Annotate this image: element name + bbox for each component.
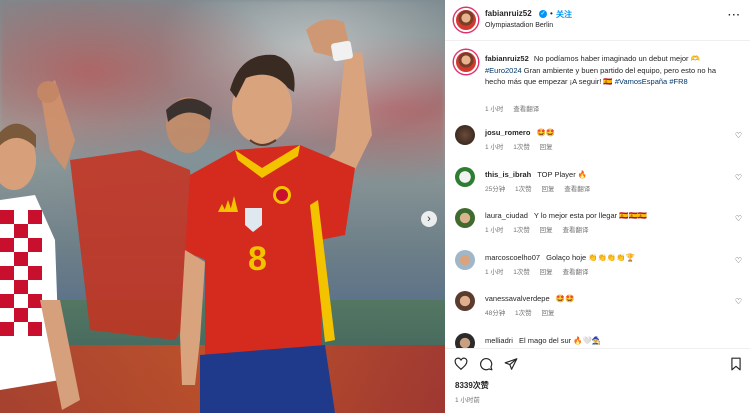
- separator-dot: •: [550, 9, 553, 18]
- comment-time: 25分钟: [485, 186, 506, 193]
- comment-likes[interactable]: 1次赞: [513, 144, 530, 151]
- caption-meta: 1 小时 查看翻译: [485, 103, 547, 113]
- caption-avatar[interactable]: [454, 50, 478, 74]
- comment-item: marcoscoelho07 Golaço hoje 👏👏👏👏🏆 1 小时 1次…: [445, 250, 750, 290]
- comment-heart-icon[interactable]: ♡: [735, 173, 742, 182]
- comment-text: Y lo mejor esta por llegar 🇪🇸🇪🇸🇪🇸: [533, 211, 648, 220]
- post-side-panel: fabianruiz52 ✓ • 关注 Olympiastadion Berli…: [445, 0, 750, 413]
- comment-reply-button[interactable]: 回复: [540, 269, 553, 276]
- follow-button[interactable]: 关注: [556, 9, 572, 20]
- svg-text:8: 8: [248, 240, 267, 278]
- comment-reply-button[interactable]: 回复: [540, 227, 553, 234]
- comment-icon[interactable]: [479, 357, 493, 371]
- comment-reply-button[interactable]: 回复: [541, 186, 554, 193]
- players-illustration: 8: [0, 19, 372, 413]
- comment-heart-icon[interactable]: ♡: [735, 131, 742, 140]
- comment-item: laura_ciudad Y lo mejor esta por llegar …: [445, 208, 750, 248]
- comment-translate-link[interactable]: 查看翻译: [562, 269, 588, 276]
- comment-meta: 1 小时 1次赞 回复 查看翻译: [485, 224, 596, 234]
- comment-item: melliadri El mago del sur 🔥🤍🧙: [445, 333, 750, 348]
- comment-meta: 48分钟 1次赞 回复: [485, 307, 562, 317]
- post-header: fabianruiz52 ✓ • 关注 Olympiastadion Berli…: [445, 0, 750, 41]
- comment-time: 1 小时: [485, 269, 504, 276]
- comment-text: TOP Player 🔥: [537, 170, 588, 179]
- comment-line: laura_ciudad Y lo mejor esta por llegar …: [485, 211, 647, 220]
- share-icon[interactable]: [504, 357, 518, 371]
- comment-line: this_is_ibrah TOP Player 🔥: [485, 170, 587, 179]
- caption: fabianruiz52 No podíamos haber imaginado…: [485, 53, 725, 88]
- commenter-avatar[interactable]: [455, 208, 475, 228]
- comment-likes[interactable]: 1次赞: [515, 186, 532, 193]
- author-avatar[interactable]: [454, 8, 478, 32]
- chevron-right-icon: ›: [427, 212, 431, 225]
- commenter-avatar[interactable]: [455, 167, 475, 187]
- main-player-figure: 8: [180, 19, 372, 413]
- heart-icon[interactable]: [454, 357, 468, 371]
- croatia-player-figure: [0, 123, 80, 410]
- comment-heart-icon[interactable]: ♡: [735, 256, 742, 265]
- comment-text: El mago del sur 🔥🤍🧙: [519, 336, 602, 345]
- commenter-username[interactable]: vanessavalverdepe: [485, 294, 550, 303]
- comment-item: this_is_ibrah TOP Player 🔥 25分钟 1次赞 回复 查…: [445, 167, 750, 207]
- more-icon[interactable]: ···: [728, 10, 741, 21]
- commenter-username[interactable]: this_is_ibrah: [485, 170, 531, 179]
- post-time: 1 小时前: [455, 397, 480, 404]
- verified-badge-icon: ✓: [539, 10, 547, 18]
- comment-time: 1 小时: [485, 144, 504, 151]
- comment-text: 🤩🤩: [555, 294, 575, 303]
- comment-item: josu_romero 🤩🤩 1 小时 1次赞 回复 ♡: [445, 125, 750, 165]
- hashtag-fr8[interactable]: #FR8: [669, 77, 687, 86]
- caption-username[interactable]: fabianruiz52: [485, 54, 529, 63]
- comment-line: marcoscoelho07 Golaço hoje 👏👏👏👏🏆: [485, 253, 635, 262]
- comment-heart-icon[interactable]: ♡: [735, 214, 742, 223]
- location-link[interactable]: Olympiastadion Berlin: [485, 22, 553, 29]
- comment-line: vanessavalverdepe 🤩🤩: [485, 294, 574, 303]
- post-photo[interactable]: 8 ›: [0, 0, 445, 413]
- commenter-username[interactable]: melliadri: [485, 336, 513, 345]
- caption-translate-link[interactable]: 查看翻译: [513, 106, 539, 113]
- like-count[interactable]: 8339次赞: [455, 380, 489, 391]
- comment-translate-link[interactable]: 查看翻译: [564, 186, 590, 193]
- commenter-avatar[interactable]: [455, 291, 475, 311]
- comment-translate-link[interactable]: 查看翻译: [562, 227, 588, 234]
- author-username[interactable]: fabianruiz52: [485, 9, 532, 18]
- comment-meta: 1 小时 1次赞 回复: [485, 141, 561, 151]
- comment-reply-button[interactable]: 回复: [540, 144, 553, 151]
- caption-time: 1 小时: [485, 106, 504, 113]
- commenter-username[interactable]: josu_romero: [485, 128, 530, 137]
- comment-likes[interactable]: 1次赞: [513, 227, 530, 234]
- commenter-username[interactable]: marcoscoelho07: [485, 253, 540, 262]
- hashtag-vamosespana[interactable]: #VamosEspaña: [615, 77, 667, 86]
- comment-time: 48分钟: [485, 310, 506, 317]
- comment-meta: 1 小时 1次赞 回复 查看翻译: [485, 266, 596, 276]
- comment-meta: 25分钟 1次赞 回复 查看翻译: [485, 183, 598, 193]
- commenter-avatar[interactable]: [455, 250, 475, 270]
- hashtag-euro2024[interactable]: #Euro2024: [485, 66, 522, 75]
- comment-item: vanessavalverdepe 🤩🤩 48分钟 1次赞 回复 ♡: [445, 291, 750, 331]
- comment-heart-icon[interactable]: ♡: [735, 297, 742, 306]
- comment-reply-button[interactable]: 回复: [541, 310, 554, 317]
- comment-text: 🤩🤩: [536, 128, 556, 137]
- commenter-username[interactable]: laura_ciudad: [485, 211, 528, 220]
- next-image-button[interactable]: ›: [421, 211, 437, 227]
- commenter-avatar[interactable]: [455, 333, 475, 348]
- bookmark-icon[interactable]: [729, 357, 743, 371]
- comment-line: melliadri El mago del sur 🔥🤍🧙: [485, 336, 601, 345]
- commenter-avatar[interactable]: [455, 125, 475, 145]
- comment-text: Golaço hoje 👏👏👏👏🏆: [546, 253, 635, 262]
- comment-line: josu_romero 🤩🤩: [485, 128, 555, 137]
- comment-likes[interactable]: 1次赞: [515, 310, 532, 317]
- caption-text-part1: No podíamos haber imaginado un debut mej…: [533, 54, 700, 63]
- comment-likes[interactable]: 1次赞: [513, 269, 530, 276]
- comment-time: 1 小时: [485, 227, 504, 234]
- post-actions: 8339次赞 1 小时前: [445, 348, 750, 413]
